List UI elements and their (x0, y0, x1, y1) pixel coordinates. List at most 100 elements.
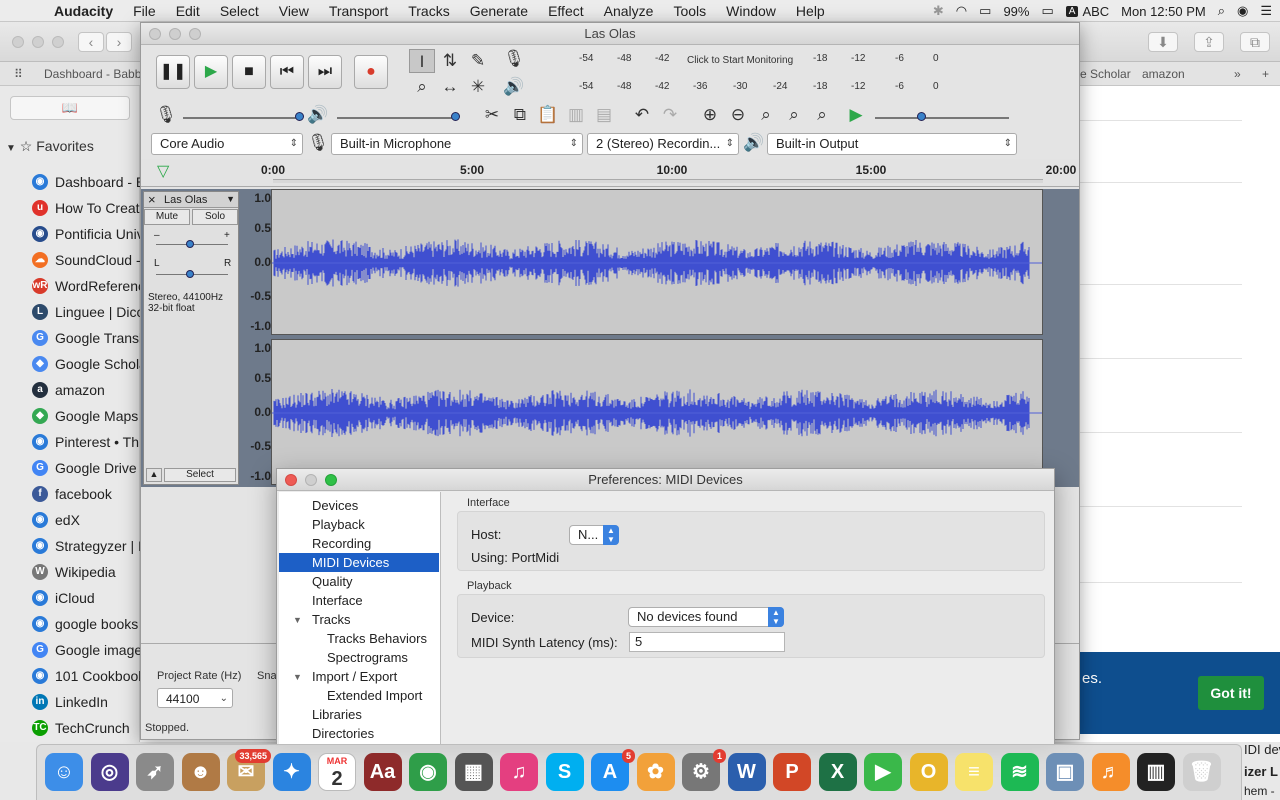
selection-tool-icon[interactable]: I (409, 49, 435, 73)
menu-effect[interactable]: Effect (538, 3, 594, 19)
fit-selection-icon[interactable]: ⌕ (753, 103, 779, 127)
wifi-icon[interactable]: ◠ (956, 3, 967, 19)
forward-button[interactable]: › (106, 32, 132, 52)
multi-tool-icon[interactable]: ✳ (465, 75, 491, 99)
pause-button[interactable]: ❚❚ (156, 55, 190, 89)
favorite-item[interactable]: ☁ SoundCloud - L (32, 250, 140, 270)
dock-facetime-icon[interactable]: ▶ (864, 753, 902, 791)
undo-icon[interactable]: ↶ (629, 103, 655, 127)
browser-close-button[interactable] (12, 36, 24, 48)
audacity-minimize-button[interactable] (169, 28, 181, 40)
browser-zoom-button[interactable] (52, 36, 64, 48)
menu-tools[interactable]: Tools (663, 3, 716, 19)
audacity-close-button[interactable] (149, 28, 161, 40)
favorite-item[interactable]: L Linguee | Dicc (32, 302, 140, 322)
pref-category-item[interactable]: Recording (279, 534, 439, 553)
dock-appstore-icon[interactable]: A5 (591, 749, 635, 791)
pref-category-item[interactable]: Libraries (279, 705, 439, 724)
favorite-item[interactable]: G Google image (32, 640, 140, 660)
dock-itunes-icon[interactable]: ♫ (500, 753, 538, 791)
paste-icon[interactable]: 📋 (535, 103, 561, 127)
more-bookmarks-icon[interactable]: » (1234, 67, 1241, 81)
add-tab-icon[interactable]: + (1262, 67, 1269, 81)
dock-safari-icon[interactable]: ✦ (272, 753, 311, 791)
pref-category-item[interactable]: Extended Import (279, 686, 439, 705)
track-name-menu[interactable]: Las Olas (164, 194, 207, 206)
pref-category-item[interactable]: Devices (279, 496, 439, 515)
slider-knob[interactable] (186, 270, 194, 278)
dock-excel-icon[interactable]: X (818, 753, 857, 791)
envelope-tool-icon[interactable]: ⇅ (437, 49, 463, 73)
playback-device-select[interactable]: Built-in Output ⇕ (767, 133, 1017, 155)
recording-volume-slider[interactable] (183, 117, 301, 119)
disclosure-triangle-icon[interactable]: ▼ (293, 672, 302, 682)
skip-to-end-button[interactable]: ⏭ (308, 55, 342, 89)
track-close-button[interactable]: × (148, 192, 156, 207)
favorites-header[interactable]: ▼ ☆ Favorites (6, 138, 94, 155)
favorite-item[interactable]: ◉ edX (32, 510, 140, 530)
menu-view[interactable]: View (269, 3, 319, 19)
dock-piano-icon[interactable]: ▥ (1137, 753, 1175, 791)
input-source-label[interactable]: ABC (1082, 4, 1109, 19)
waveform-left-channel[interactable] (271, 189, 1043, 335)
share-icon[interactable]: ⇪ (1194, 32, 1224, 52)
dock-finder-icon[interactable]: ☺ (45, 753, 83, 791)
favorite-item[interactable]: ◉ google books (32, 614, 140, 634)
dock-calendar-mail-icon[interactable]: ✉ 33,565 (227, 749, 271, 791)
prefs-close-button[interactable] (285, 474, 297, 486)
input-source-flag[interactable]: A (1065, 5, 1079, 17)
slider-knob[interactable] (917, 112, 926, 121)
bluetooth-icon[interactable]: ✱ (933, 3, 944, 19)
dock-onenote-o-icon[interactable]: O (909, 753, 948, 791)
skip-to-start-button[interactable]: ⏮ (270, 55, 304, 89)
siri-icon[interactable]: ◉ (1237, 3, 1248, 19)
zoom-toggle-icon[interactable]: ⌕ (809, 103, 835, 127)
dock-calculator-icon[interactable]: ▦ (454, 753, 493, 791)
favorite-item[interactable]: ◉ Dashboard - B (32, 172, 140, 192)
favorite-item[interactable]: ◉ Strategyzer | I (32, 536, 140, 556)
slider-knob[interactable] (451, 112, 460, 121)
menu-window[interactable]: Window (716, 3, 786, 19)
favorite-item[interactable]: ◉ 101 Cookbook (32, 666, 140, 686)
dock-word-icon[interactable]: W (727, 753, 766, 791)
pref-category-item[interactable]: Import / Export (279, 667, 439, 686)
got-it-button[interactable]: Got it! (1198, 676, 1264, 710)
pref-category-item[interactable]: Directories (279, 724, 439, 743)
latency-input[interactable]: 5 (629, 632, 785, 652)
favorite-item[interactable]: in LinkedIn (32, 692, 140, 712)
prefs-minimize-button[interactable] (305, 474, 317, 486)
zoom-tool-icon[interactable]: ⌕ (409, 75, 435, 99)
draw-tool-icon[interactable]: ✎ (465, 49, 491, 73)
fit-project-icon[interactable]: ⌕ (781, 103, 807, 127)
bookmark-item[interactable]: amazon (1142, 67, 1185, 81)
back-button[interactable]: ‹ (78, 32, 104, 52)
favorite-item[interactable]: G Google Transl (32, 328, 140, 348)
slider-knob[interactable] (295, 112, 304, 121)
pref-category-item[interactable]: Playback (279, 515, 439, 534)
dock-spotify-icon[interactable]: ≋ (1000, 753, 1039, 791)
pref-category-item[interactable]: Interface (279, 591, 439, 610)
playback-volume-slider[interactable] (337, 117, 455, 119)
dock-trash-icon[interactable]: 🗑 (1182, 753, 1221, 791)
playback-meter[interactable]: -54 -48 -42 -36 -30 -24 -18 -12 -6 0 (549, 77, 1085, 99)
dock-system-preferences-icon[interactable]: ⚙ 1 (682, 749, 726, 791)
menu-help[interactable]: Help (786, 3, 835, 19)
trim-icon[interactable]: ▥ (563, 103, 589, 127)
dock-photos-icon[interactable]: ✿ (636, 753, 675, 791)
menu-analyze[interactable]: Analyze (594, 3, 664, 19)
cut-icon[interactable]: ✂ (479, 103, 505, 127)
record-button[interactable]: ● (354, 55, 388, 89)
menu-edit[interactable]: Edit (166, 3, 210, 19)
favorite-item[interactable]: ◆ Google Schola (32, 354, 140, 374)
favorite-item[interactable]: ◆ Google Maps (32, 406, 140, 426)
recording-device-select[interactable]: Built-in Microphone ⇕ (331, 133, 583, 155)
favorite-item[interactable]: TC TechCrunch (32, 718, 140, 738)
menu-select[interactable]: Select (210, 3, 269, 19)
play-at-speed-icon[interactable]: ▶ (843, 103, 869, 127)
favorite-item[interactable]: u How To Create (32, 198, 140, 218)
dock-launchpad-icon[interactable]: ➶ (136, 753, 174, 791)
disclosure-triangle-icon[interactable]: ▼ (293, 615, 302, 625)
pin-head-icon[interactable]: ▽ (157, 161, 169, 181)
pref-category-item[interactable]: MIDI Devices (279, 553, 439, 572)
downloads-icon[interactable]: ⬇ (1148, 32, 1178, 52)
